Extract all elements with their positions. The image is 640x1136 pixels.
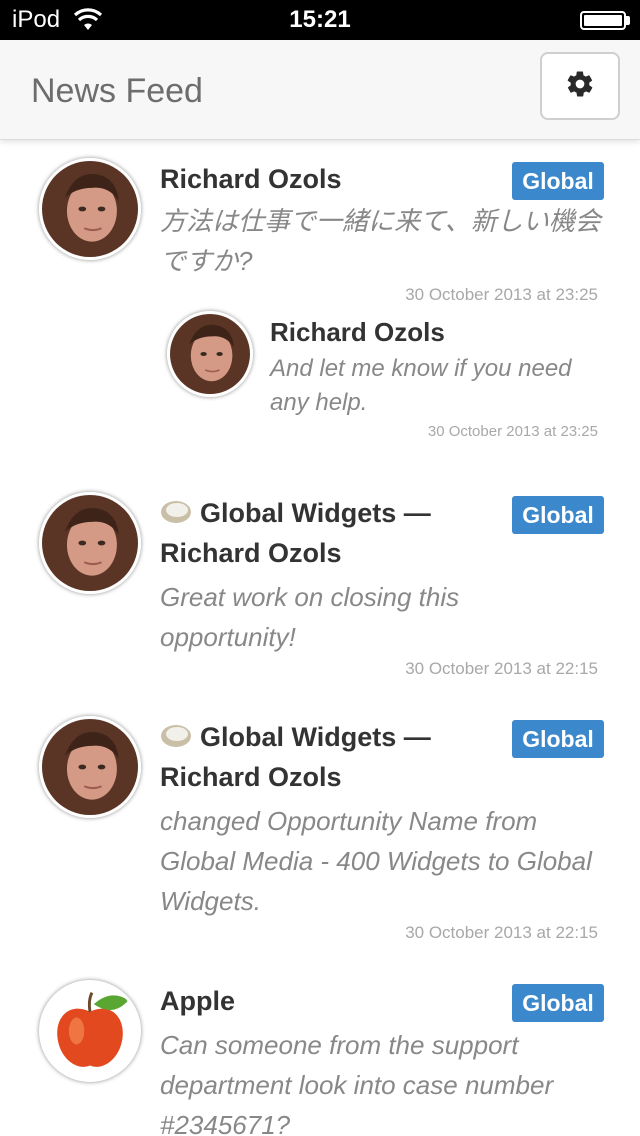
status-badge: Global bbox=[512, 984, 604, 1022]
status-badge: Global bbox=[512, 162, 604, 200]
avatar[interactable] bbox=[39, 980, 141, 1082]
author-name[interactable]: Richard Ozols bbox=[160, 538, 342, 568]
group-name[interactable]: Global Widgets — bbox=[200, 498, 431, 528]
reply-timestamp: 30 October 2013 at 23:25 bbox=[427, 423, 598, 440]
post-message: Great work on closing this opportunity! bbox=[160, 582, 460, 652]
gear-icon bbox=[565, 69, 595, 104]
post-timestamp: 30 October 2013 at 23:25 bbox=[405, 285, 598, 304]
person-avatar-icon bbox=[42, 495, 138, 591]
status-badge: Global bbox=[512, 720, 604, 758]
reply-message: And let me know if you need any help. bbox=[270, 355, 572, 416]
post-heading[interactable]: Global Widgets — Richard Ozols bbox=[160, 717, 480, 797]
apple-avatar-icon bbox=[42, 983, 138, 1079]
clock: 15:21 bbox=[289, 6, 351, 33]
status-bar: iPod 15:21 bbox=[0, 0, 640, 40]
settings-button[interactable] bbox=[540, 52, 620, 120]
battery-tip bbox=[626, 16, 630, 25]
author-name[interactable]: Richard Ozols bbox=[160, 762, 342, 792]
news-feed[interactable]: Richard Ozols Global 方法は仕事で一緒に来て、新しい機会です… bbox=[0, 141, 640, 1136]
author-name[interactable]: Richard Ozols bbox=[270, 312, 445, 352]
post-message: changed Opportunity Name from Global Med… bbox=[160, 806, 592, 916]
avatar[interactable] bbox=[39, 492, 141, 594]
avatar[interactable] bbox=[39, 158, 141, 260]
group-icon bbox=[160, 495, 192, 523]
author-name[interactable]: Apple bbox=[160, 981, 235, 1021]
author-name[interactable]: Richard Ozols bbox=[160, 159, 342, 199]
group-name[interactable]: Global Widgets — bbox=[200, 722, 431, 752]
person-avatar-icon bbox=[170, 314, 250, 394]
group-icon bbox=[160, 719, 192, 747]
post-message: 方法は仕事で一緒に来て、新しい機会ですか? bbox=[160, 206, 601, 276]
post-heading[interactable]: Global Widgets — Richard Ozols bbox=[160, 493, 480, 573]
person-avatar-icon bbox=[42, 161, 138, 257]
person-avatar-icon bbox=[42, 719, 138, 815]
app-header: News Feed bbox=[0, 40, 640, 140]
avatar[interactable] bbox=[39, 716, 141, 818]
post-timestamp: 30 October 2013 at 22:15 bbox=[405, 659, 598, 678]
status-badge: Global bbox=[512, 496, 604, 534]
battery-icon bbox=[580, 11, 626, 30]
page-title: News Feed bbox=[31, 72, 203, 110]
post-message: Can someone from the support department … bbox=[160, 1030, 554, 1136]
post-timestamp: 30 October 2013 at 22:15 bbox=[405, 923, 598, 942]
avatar[interactable] bbox=[167, 311, 253, 397]
